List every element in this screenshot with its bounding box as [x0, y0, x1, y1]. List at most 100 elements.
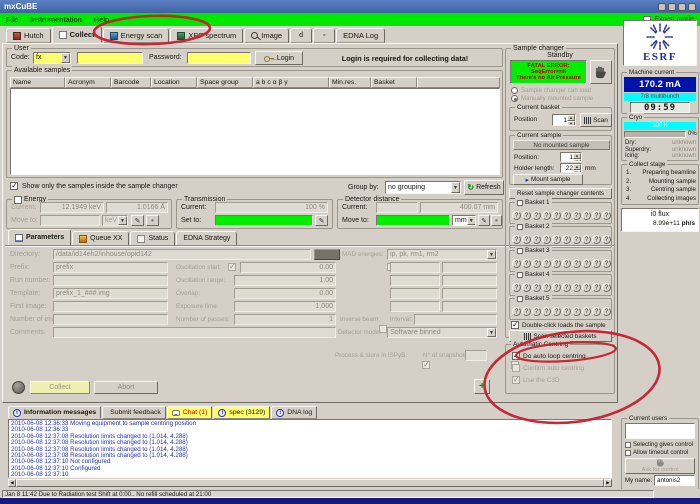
column-header-a-b-c[interactable]: a b c α β γ: [253, 77, 329, 88]
mad-energies-combobox[interactable]: ip, pk, rm1, rm2 ▼: [387, 249, 497, 260]
interval-input[interactable]: [414, 314, 497, 325]
sample-slot-button[interactable]: ?: [592, 283, 601, 292]
column-header-min-res[interactable]: Min.res.: [329, 77, 371, 88]
window-minimize-button[interactable]: [668, 3, 676, 11]
sc-radio-2[interactable]: [511, 95, 518, 102]
param-left-input[interactable]: [53, 314, 168, 325]
scroll-left-button[interactable]: ◀: [8, 479, 16, 487]
window-maximize-button[interactable]: [678, 3, 686, 11]
tab-xrf-spectrum[interactable]: XRF spectrum: [170, 28, 243, 43]
mount-sample-button[interactable]: ▸ Mount sample: [513, 174, 583, 185]
password-input[interactable]: [187, 52, 251, 64]
sample-slot-button[interactable]: ?: [592, 259, 601, 268]
detector-edit-button[interactable]: ✎: [478, 215, 490, 226]
basket-position-spinbox[interactable]: 1 ▲▼: [552, 114, 576, 126]
comments-input[interactable]: [53, 327, 336, 338]
scroll-right-button[interactable]: ▶: [604, 479, 612, 487]
sample-slot-button[interactable]: ?: [552, 235, 561, 244]
selecting-control-checkbox[interactable]: [625, 442, 631, 448]
tab-collect[interactable]: Collect: [52, 26, 102, 43]
samples-table-body[interactable]: [10, 88, 500, 175]
sample-slot-button[interactable]: ?: [582, 211, 591, 220]
sample-slot-button[interactable]: ?: [592, 307, 601, 316]
column-header-basket[interactable]: Basket: [371, 77, 417, 88]
abort-button[interactable]: Abort: [94, 381, 158, 394]
spinner-arrows[interactable]: ▲▼: [567, 115, 575, 125]
collect-button[interactable]: Collect: [30, 381, 90, 394]
code-combobox[interactable]: fx ▼: [33, 52, 71, 64]
sc-radio-1[interactable]: [511, 87, 518, 94]
window-close-button[interactable]: [688, 3, 696, 11]
menu-item-help[interactable]: Help: [94, 15, 109, 24]
column-header-location[interactable]: Location: [151, 77, 197, 88]
sample-slot-button[interactable]: ?: [582, 259, 591, 268]
detector-stop-button[interactable]: ●: [491, 215, 502, 226]
sample-slot-button[interactable]: ?: [562, 259, 571, 268]
param-mid-checkbox[interactable]: [228, 263, 236, 271]
sample-slot-button[interactable]: ?: [552, 283, 561, 292]
log-tab-information-messages[interactable]: iInformation messages: [8, 406, 101, 419]
mad-row-input-2[interactable]: [442, 262, 497, 273]
column-header-barcode[interactable]: Barcode: [111, 77, 151, 88]
tab-image[interactable]: Image: [244, 28, 289, 43]
param-left-input[interactable]: [53, 275, 168, 286]
param-tab-status[interactable]: Status: [130, 231, 175, 246]
sample-slot-button[interactable]: ?: [512, 235, 521, 244]
energy-unit-combobox[interactable]: keV ▼: [102, 215, 128, 226]
auto-loop-centring-checkbox[interactable]: [512, 352, 520, 360]
sample-slot-button[interactable]: ?: [552, 211, 561, 220]
menu-item-file[interactable]: File: [6, 15, 18, 24]
sample-slot-button[interactable]: ?: [582, 307, 591, 316]
sample-slot-button[interactable]: ?: [522, 211, 531, 220]
param-mid-input[interactable]: 1.00: [234, 275, 336, 286]
param-mid-input[interactable]: 1.000: [234, 301, 336, 312]
transmission-edit-button[interactable]: ✎: [315, 215, 328, 226]
sample-position-spinbox[interactable]: 1 ▲▼: [560, 152, 582, 162]
sample-slot-button[interactable]: ?: [552, 307, 561, 316]
mad-row-input-1[interactable]: [390, 288, 440, 299]
collect-status-led[interactable]: [12, 381, 25, 394]
log-tab-dna-log[interactable]: iDNA log: [271, 406, 317, 419]
spinner-arrows[interactable]: ▲▼: [573, 153, 581, 161]
sample-slot-button[interactable]: ?: [512, 307, 521, 316]
sample-slot-button[interactable]: ?: [522, 307, 531, 316]
sample-slot-button[interactable]: ?: [522, 235, 531, 244]
ask-control-button[interactable]: Ask for control: [625, 458, 695, 474]
chevron-down-icon[interactable]: ▼: [451, 182, 460, 193]
sample-slot-button[interactable]: ?: [572, 235, 581, 244]
sample-slot-button[interactable]: ?: [602, 211, 611, 220]
param-left-input[interactable]: prefix: [53, 262, 168, 273]
sample-slot-button[interactable]: ?: [602, 283, 611, 292]
column-header-filler[interactable]: [417, 77, 500, 88]
horizontal-scrollbar[interactable]: ◀ ▶: [8, 479, 612, 487]
sample-slot-button[interactable]: ?: [592, 211, 601, 220]
tab-edna-log[interactable]: EDNA Log: [336, 28, 385, 43]
sample-slot-button[interactable]: ?: [542, 283, 551, 292]
detector-move-input[interactable]: [376, 215, 450, 226]
refresh-button[interactable]: ↻ Refresh: [464, 180, 504, 195]
detector-unit-combobox[interactable]: mm ▼: [452, 215, 476, 226]
sample-slot-button[interactable]: ?: [602, 235, 611, 244]
basket-checkbox[interactable]: [517, 272, 523, 278]
transmission-set-input[interactable]: [215, 215, 313, 226]
basket-checkbox[interactable]: [517, 296, 523, 302]
sample-slot-button[interactable]: ?: [602, 259, 611, 268]
sample-slot-button[interactable]: ?: [602, 307, 611, 316]
c3d-checkbox[interactable]: [512, 376, 520, 384]
detector-mode-combobox[interactable]: Software binned ▼: [387, 327, 497, 338]
chevron-down-icon[interactable]: ▼: [487, 328, 496, 337]
sample-slot-button[interactable]: ?: [522, 259, 531, 268]
ispyb-checkbox[interactable]: [422, 361, 430, 369]
sample-slot-button[interactable]: ?: [562, 283, 571, 292]
param-left-input[interactable]: [53, 301, 168, 312]
param-left-input[interactable]: prefix_1_###.img: [53, 288, 168, 299]
log-tab-submit-feedback[interactable]: Submit feedback: [102, 406, 166, 419]
tab-camera-icon[interactable]: d: [290, 28, 312, 43]
users-list[interactable]: [625, 423, 695, 439]
chevron-down-icon[interactable]: ▼: [467, 216, 476, 225]
energy-edit-button[interactable]: ✎: [131, 215, 144, 226]
sample-slot-button[interactable]: ?: [542, 235, 551, 244]
sample-slot-button[interactable]: ?: [532, 307, 541, 316]
sample-slot-button[interactable]: ?: [562, 307, 571, 316]
snapshots-input[interactable]: [465, 350, 487, 361]
